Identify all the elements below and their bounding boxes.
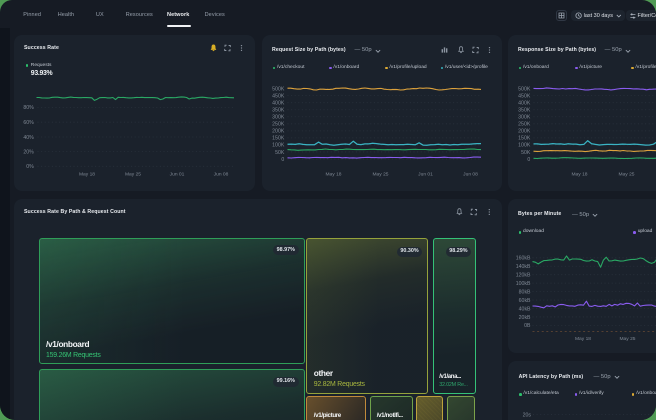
svg-text:350K: 350K [518, 107, 531, 113]
svg-text:50K: 50K [521, 149, 531, 155]
svg-text:140kB: 140kB [516, 264, 531, 270]
svg-text:350K: 350K [272, 107, 285, 113]
svg-text:May 25: May 25 [619, 335, 635, 341]
svg-text:250K: 250K [272, 121, 285, 127]
svg-text:Jun 08: Jun 08 [214, 171, 229, 177]
svg-text:80%: 80% [23, 104, 34, 110]
svg-text:20s: 20s [523, 412, 532, 418]
svg-text:60kB: 60kB [519, 297, 531, 303]
svg-text:300K: 300K [518, 114, 531, 120]
svg-text:40kB: 40kB [519, 306, 531, 312]
svg-text:300K: 300K [272, 114, 285, 120]
svg-text:0: 0 [281, 156, 284, 162]
svg-text:May 18: May 18 [79, 171, 95, 177]
svg-text:450K: 450K [518, 92, 531, 98]
svg-text:80kB: 80kB [519, 289, 531, 295]
svg-text:100kB: 100kB [516, 280, 531, 286]
svg-text:May 18: May 18 [571, 171, 587, 177]
svg-text:100K: 100K [518, 142, 531, 148]
svg-text:500K: 500K [272, 85, 285, 91]
svg-text:20kB: 20kB [519, 314, 531, 320]
svg-text:250K: 250K [518, 121, 531, 127]
svg-text:Jun 08: Jun 08 [463, 171, 478, 177]
svg-text:May 18: May 18 [575, 335, 591, 341]
svg-text:150K: 150K [518, 135, 531, 141]
svg-text:0: 0 [527, 156, 530, 162]
svg-text:Jun 01: Jun 01 [418, 171, 433, 177]
svg-text:200K: 200K [272, 128, 285, 134]
svg-text:160kB: 160kB [516, 255, 531, 261]
svg-text:150K: 150K [272, 135, 285, 141]
svg-text:120kB: 120kB [516, 272, 531, 278]
svg-text:60%: 60% [23, 119, 34, 125]
svg-text:40%: 40% [23, 134, 34, 140]
svg-text:200K: 200K [518, 128, 531, 134]
svg-text:May 25: May 25 [125, 171, 141, 177]
svg-text:May 25: May 25 [372, 171, 388, 177]
svg-text:500K: 500K [518, 85, 531, 91]
svg-text:0%: 0% [26, 163, 34, 169]
svg-text:100K: 100K [272, 142, 285, 148]
svg-text:Jun 01: Jun 01 [170, 171, 185, 177]
svg-text:May 25: May 25 [618, 171, 634, 177]
svg-text:50K: 50K [275, 149, 285, 155]
svg-text:0B: 0B [524, 323, 531, 329]
svg-text:20%: 20% [23, 148, 34, 154]
svg-text:400K: 400K [272, 99, 285, 105]
svg-text:May 18: May 18 [325, 171, 341, 177]
svg-text:400K: 400K [518, 99, 531, 105]
svg-text:450K: 450K [272, 92, 285, 98]
